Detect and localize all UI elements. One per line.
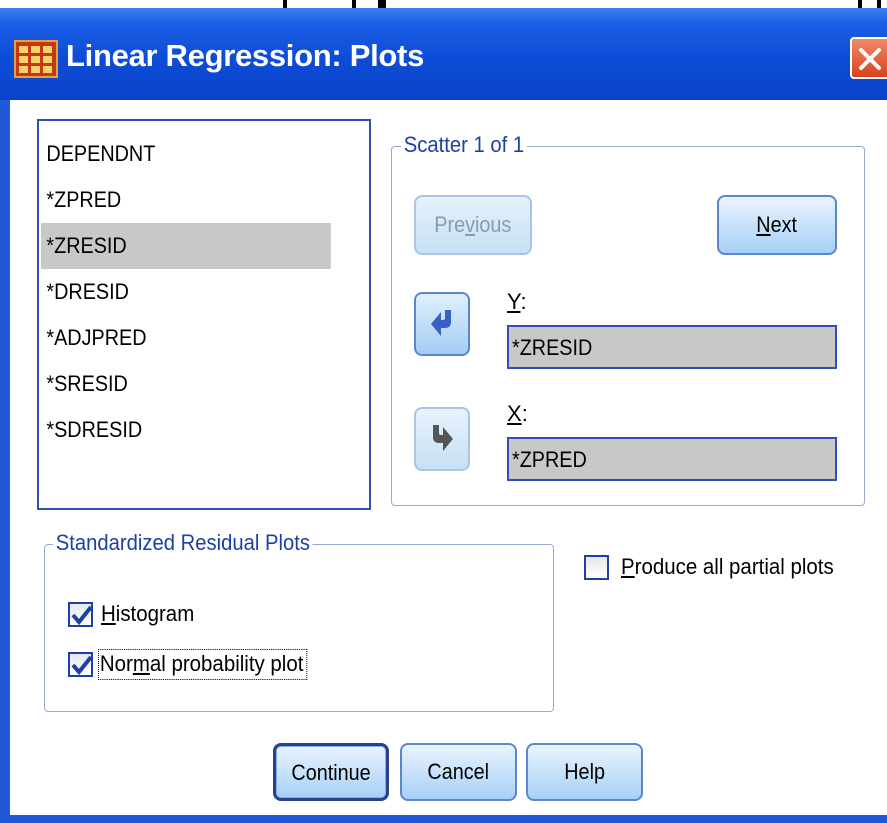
y-variable-value: *ZRESID bbox=[512, 335, 593, 360]
continue-button-label: Continue bbox=[291, 760, 371, 785]
variable-list[interactable]: DEPENDNT *ZPRED *ZRESID *DRESID *ADJPRED… bbox=[37, 119, 371, 510]
x-label: X: bbox=[507, 401, 528, 427]
dialog-body: DEPENDNT *ZPRED *ZRESID *DRESID *ADJPRED… bbox=[10, 100, 887, 815]
y-label-mnemonic: Y bbox=[507, 289, 521, 314]
residual-plots-group: Standardized Residual Plots Histogram No… bbox=[44, 530, 554, 712]
y-variable-field[interactable]: *ZRESID bbox=[507, 325, 837, 369]
background-mark bbox=[283, 0, 287, 8]
partial-plots-text: roduce all partial plots bbox=[634, 554, 834, 579]
x-variable-value: *ZPRED bbox=[512, 447, 587, 472]
previous-button[interactable]: Previous bbox=[414, 195, 532, 255]
next-button-mnemonic: N bbox=[756, 212, 771, 237]
checkmark-icon bbox=[71, 655, 93, 676]
arrow-right-icon bbox=[433, 425, 453, 451]
background-mark bbox=[877, 0, 881, 8]
next-button-label: ext bbox=[770, 212, 798, 237]
list-item[interactable]: *ADJPRED bbox=[41, 315, 331, 361]
histogram-mnemonic: H bbox=[101, 601, 116, 626]
partial-plots-mnemonic: P bbox=[621, 554, 635, 579]
background-mark bbox=[858, 0, 862, 8]
list-item[interactable]: *ZPRED bbox=[41, 177, 331, 223]
close-button[interactable] bbox=[850, 37, 887, 79]
y-label-colon: : bbox=[520, 289, 527, 314]
cancel-button[interactable]: Cancel bbox=[400, 743, 517, 801]
move-to-x-button[interactable] bbox=[414, 407, 470, 471]
window-title: Linear Regression: Plots bbox=[66, 38, 425, 73]
x-label-mnemonic: X bbox=[507, 401, 522, 426]
list-item[interactable]: DEPENDNT bbox=[41, 131, 331, 177]
x-variable-field[interactable]: *ZPRED bbox=[507, 437, 837, 481]
help-button-label: Help bbox=[564, 759, 605, 784]
residual-plots-legend: Standardized Residual Plots bbox=[53, 530, 313, 556]
histogram-text: istogram bbox=[115, 601, 195, 626]
histogram-checkbox[interactable] bbox=[68, 601, 93, 627]
normal-probability-text: Nor bbox=[99, 651, 133, 676]
list-item[interactable]: *DRESID bbox=[41, 269, 331, 315]
title-bar[interactable]: Linear Regression: Plots bbox=[0, 8, 887, 100]
next-button[interactable]: Next bbox=[717, 195, 837, 255]
move-to-y-button[interactable] bbox=[414, 292, 470, 356]
partial-plots-label: Produce all partial plots bbox=[621, 554, 834, 580]
scatter-group: Scatter 1 of 1 Previous Next Y: *ZRESID … bbox=[391, 132, 865, 506]
normal-probability-option[interactable]: Normal probability plot bbox=[68, 649, 323, 680]
scatter-group-legend: Scatter 1 of 1 bbox=[401, 132, 527, 158]
list-item-selected[interactable]: *ZRESID bbox=[41, 223, 331, 269]
continue-button[interactable]: Continue bbox=[273, 743, 389, 801]
cancel-button-label: Cancel bbox=[427, 759, 490, 784]
y-label: Y: bbox=[507, 289, 527, 315]
x-label-colon: : bbox=[521, 401, 528, 426]
list-item[interactable]: *SRESID bbox=[41, 361, 331, 407]
histogram-option[interactable]: Histogram bbox=[68, 601, 201, 627]
help-button[interactable]: Help bbox=[526, 743, 643, 801]
background-mark bbox=[378, 0, 386, 8]
previous-button-mnemonic: v bbox=[465, 212, 476, 237]
arrow-left-icon bbox=[431, 310, 451, 336]
histogram-label: Histogram bbox=[101, 601, 194, 627]
close-x-icon bbox=[859, 48, 881, 70]
spss-table-icon bbox=[14, 40, 58, 78]
dialog-window: Linear Regression: Plots DEPENDNT *ZPRED… bbox=[0, 8, 887, 823]
list-item[interactable]: *SDRESID bbox=[41, 407, 331, 453]
window-frame-bottom bbox=[0, 815, 887, 823]
partial-plots-option[interactable]: Produce all partial plots bbox=[584, 554, 850, 580]
normal-probability-mnemonic: m bbox=[132, 651, 150, 676]
partial-plots-checkbox[interactable] bbox=[584, 554, 609, 580]
normal-probability-text: al probability plot bbox=[149, 651, 304, 676]
normal-probability-label: Normal probability plot bbox=[98, 649, 308, 680]
previous-button-label: Pre bbox=[434, 212, 466, 237]
background-mark bbox=[352, 0, 356, 8]
previous-button-label: ious bbox=[475, 212, 512, 237]
normal-probability-checkbox[interactable] bbox=[68, 652, 93, 677]
checkmark-icon bbox=[71, 605, 93, 625]
